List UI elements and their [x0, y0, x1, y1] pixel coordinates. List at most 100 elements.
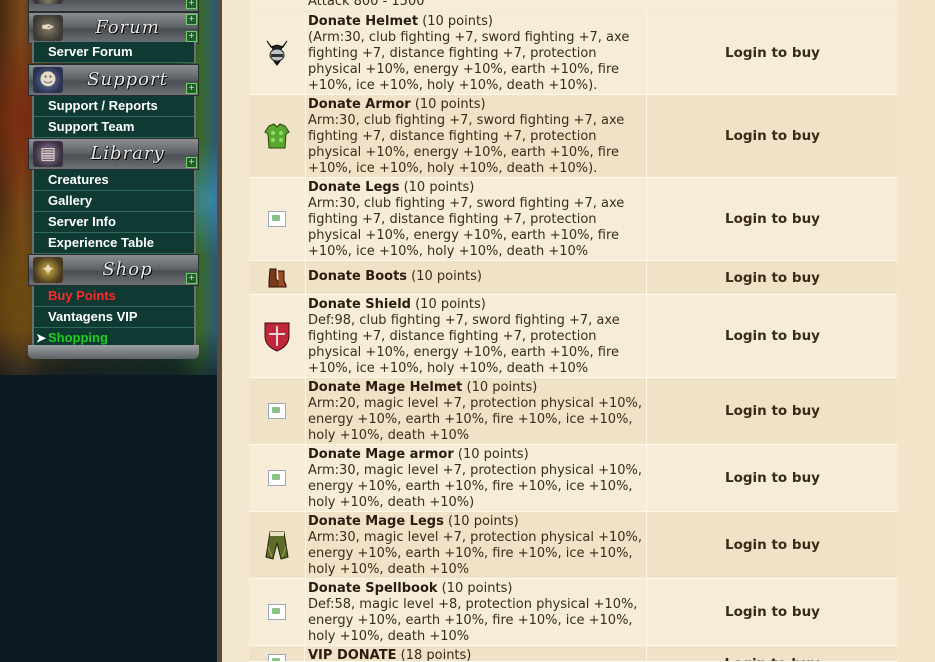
item-name: Donate Mage Legs [308, 514, 444, 529]
panel-right-margin [899, 0, 935, 662]
table-row: Donate Mage Helmet (10 points) Arm:20, m… [249, 378, 897, 445]
item-image-cell [249, 512, 306, 578]
sidebar-item-label: Shopping [48, 330, 108, 345]
expand-icon[interactable]: + [186, 0, 197, 9]
table-row: Donate Boots (10 points) Login to buy [249, 261, 897, 295]
sidebar-item-support-reports[interactable]: Support / Reports [34, 96, 194, 117]
item-stats: Arm:20, magic level +7, protection physi… [308, 396, 642, 443]
menu-head-shop[interactable]: ✦ Shop + [28, 254, 199, 286]
sidebar-menu: + ✒ Forum + + Server Forum ☻ Support + S… [28, 0, 199, 359]
item-description: Donate Shield (10 points) Def:98, club f… [308, 295, 644, 377]
legs-icon [265, 531, 289, 560]
item-image-cell [249, 646, 305, 661]
item-image-cell [249, 95, 306, 177]
login-to-buy-link[interactable]: Login to buy [646, 178, 898, 260]
item-description: Donate Mage Helmet (10 points) Arm:20, m… [308, 378, 644, 444]
login-to-buy-link[interactable]: Login to buy [646, 378, 898, 444]
table-row: Donate Shield (10 points) Def:98, club f… [249, 295, 897, 378]
partial-desc: Attack 800 - 1500 [308, 0, 425, 9]
item-stats: Def:98, club fighting +7, sword fighting… [308, 313, 620, 376]
table-row: Donate Mage armor (10 points) Arm:30, ma… [249, 445, 897, 512]
item-points: (10 points) [411, 269, 482, 284]
menu-head-support[interactable]: ☻ Support + [28, 64, 199, 96]
broken-image-icon [268, 604, 286, 620]
sidebar-item-gallery[interactable]: Gallery [34, 191, 194, 212]
item-name: VIP DONATE [308, 648, 397, 662]
sidebar-item-server-forum[interactable]: Server Forum [34, 42, 194, 63]
item-name: Donate Mage Helmet [308, 380, 463, 395]
menu-head-title: Library [90, 143, 165, 164]
menu-items-forum: Server Forum [32, 42, 196, 63]
item-stats: Arm:30, magic level +7, protection physi… [308, 530, 642, 577]
item-image-cell [249, 261, 306, 294]
armor-icon [264, 123, 290, 149]
expand-icon[interactable]: + [186, 157, 197, 168]
item-stats: Arm:30, club fighting +7, sword fighting… [308, 196, 625, 259]
table-row: Donate Mage Legs (10 points) Arm:30, mag… [249, 512, 897, 579]
expand-icon[interactable]: + [186, 83, 197, 94]
sidebar-item-experience-table[interactable]: Experience Table [34, 233, 194, 254]
item-image-cell [249, 579, 306, 645]
expand-icon[interactable]: + [186, 31, 197, 42]
sidebar-item-creatures[interactable]: Creatures [34, 170, 194, 191]
menu-head-library[interactable]: ▤ Library + [28, 138, 199, 170]
book-icon: ▤ [33, 141, 63, 167]
item-description: Donate Helmet (10 points) (Arm:30, club … [308, 12, 644, 94]
menu-head-partial: + [28, 0, 199, 12]
item-image-cell [249, 12, 306, 94]
item-points: (10 points) [441, 581, 513, 596]
item-points: (10 points) [466, 380, 538, 395]
table-row-partial: Attack 800 - 1500 [249, 0, 897, 11]
login-to-buy-link[interactable]: Login to buy [646, 445, 898, 511]
expand-icon[interactable]: + [186, 14, 197, 25]
item-description: Donate Armor (10 points) Arm:30, club fi… [308, 95, 644, 177]
news-icon [33, 0, 63, 4]
login-to-buy-link[interactable]: Login to buy [646, 12, 898, 94]
sidebar-item-server-info[interactable]: Server Info [34, 212, 194, 233]
menu-bottom-frame [28, 345, 199, 359]
item-stats: Arm:30, magic level +7, protection physi… [308, 463, 642, 510]
menu-head-title: Forum [95, 17, 160, 38]
login-to-buy-link[interactable]: Login to buy [646, 261, 898, 294]
menu-head-forum[interactable]: ✒ Forum + + [28, 12, 199, 44]
shield-icon [264, 322, 290, 352]
table-row: Donate Spellbook (10 points) Def:58, mag… [249, 579, 897, 646]
item-name: Donate Armor [308, 97, 411, 112]
helmet-icon [266, 40, 288, 66]
scroll-icon: ✒ [33, 15, 63, 41]
expand-icon[interactable]: + [186, 273, 197, 284]
shop-icon: ✦ [33, 257, 63, 283]
page-background [0, 375, 218, 662]
item-description: Donate Boots (10 points) [308, 261, 644, 285]
boots-icon [268, 268, 287, 287]
broken-image-icon [267, 654, 286, 661]
menu-head-title: Support [87, 69, 168, 90]
item-name: Donate Shield [308, 297, 411, 312]
login-to-buy-link[interactable]: Login to buy [646, 579, 898, 645]
menu-head-title: Shop [102, 259, 153, 280]
login-to-buy-link[interactable]: Login to buy [646, 512, 898, 578]
item-stats: Arm:30, club fighting +7, sword fighting… [308, 113, 625, 176]
item-points: (10 points) [457, 447, 529, 462]
broken-image-icon [268, 403, 286, 419]
item-description: Donate Legs (10 points) Arm:30, club fig… [308, 178, 644, 260]
sidebar-item-buy-points[interactable]: Buy Points [34, 286, 194, 307]
menu-items-library: Creatures Gallery Server Info Experience… [32, 170, 196, 254]
sidebar-item-vantagens-vip[interactable]: Vantagens VIP [34, 307, 194, 328]
item-name: Donate Mage armor [308, 447, 454, 462]
login-to-buy-link[interactable]: Login to buy [646, 646, 897, 661]
broken-image-icon [268, 211, 286, 227]
item-description: Donate Mage Legs (10 points) Arm:30, mag… [308, 512, 644, 578]
item-points: (10 points) [447, 514, 519, 529]
table-row: Donate Armor (10 points) Arm:30, club fi… [249, 95, 897, 178]
item-points: (10 points) [414, 97, 486, 112]
login-to-buy-link[interactable]: Login to buy [646, 95, 898, 177]
menu-items-support: Support / Reports Support Team [32, 96, 196, 138]
sidebar-item-support-team[interactable]: Support Team [34, 117, 194, 138]
item-points: (18 points) [400, 648, 472, 662]
item-points: (10 points) [415, 297, 486, 312]
item-image-cell [249, 378, 306, 444]
login-to-buy-link[interactable]: Login to buy [646, 295, 898, 377]
item-image-cell [249, 295, 306, 377]
table-row: Donate Legs (10 points) Arm:30, club fig… [249, 178, 897, 261]
